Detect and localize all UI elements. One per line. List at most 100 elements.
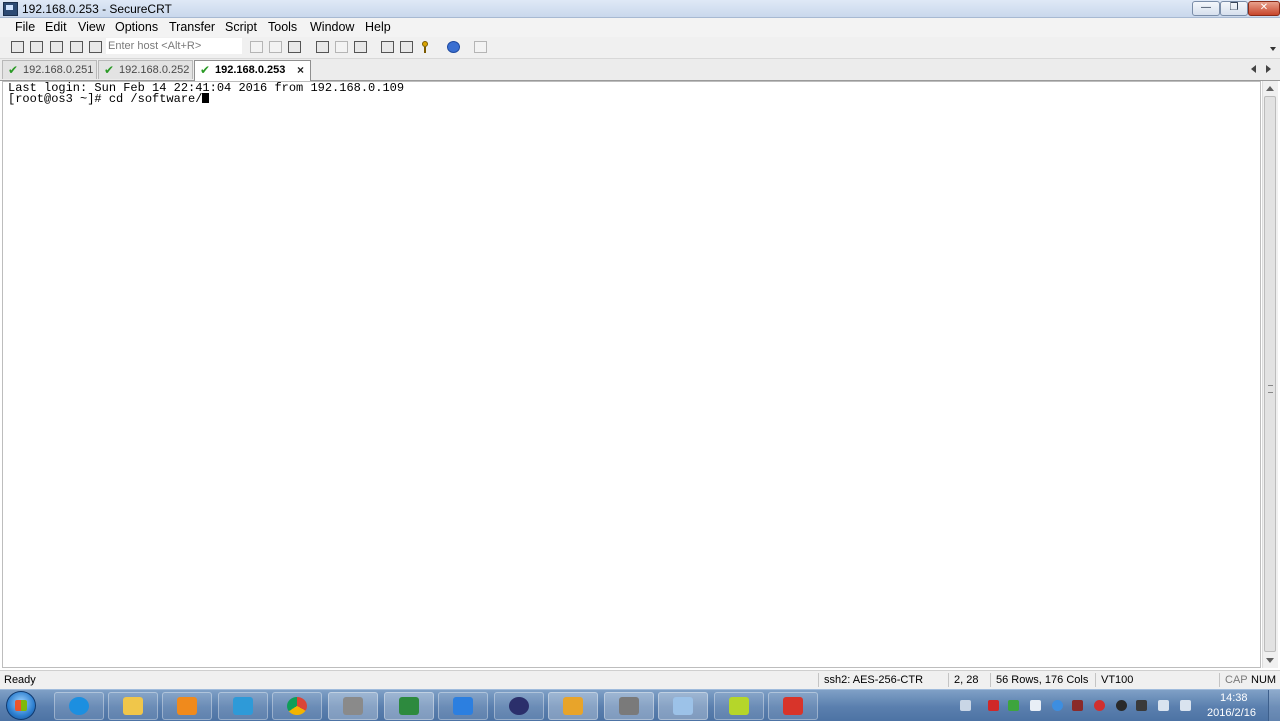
menu-script[interactable]: Script bbox=[224, 20, 258, 34]
app-tray-icon[interactable] bbox=[1072, 700, 1083, 711]
tab-192-168-0-251[interactable]: ✔ 192.168.0.251 bbox=[2, 60, 97, 79]
bluetooth-icon[interactable] bbox=[1136, 700, 1147, 711]
status-ready: Ready bbox=[4, 674, 36, 686]
status-bar: Ready ssh2: AES-256-CTR 2, 28 56 Rows, 1… bbox=[0, 670, 1280, 690]
toolbar-overflow-icon[interactable] bbox=[1270, 47, 1276, 51]
feather-tray-icon[interactable] bbox=[1052, 700, 1063, 711]
tab-close-icon[interactable]: × bbox=[297, 61, 304, 79]
antivirus-icon[interactable] bbox=[988, 700, 999, 711]
show-desktop-button[interactable] bbox=[1268, 690, 1280, 721]
menu-edit[interactable]: Edit bbox=[44, 20, 68, 34]
tab-192-168-0-252[interactable]: ✔ 192.168.0.252 bbox=[98, 60, 193, 79]
connected-check-icon: ✔ bbox=[8, 63, 19, 77]
chrome-icon bbox=[287, 697, 307, 715]
tab-192-168-0-253[interactable]: ✔ 192.168.0.253 × bbox=[194, 60, 311, 81]
clock-time[interactable]: 14:38 bbox=[1220, 692, 1248, 704]
terminal-view[interactable]: Last login: Sun Feb 14 22:41:04 2016 fro… bbox=[2, 81, 1261, 668]
quick-connect-icon[interactable] bbox=[30, 41, 43, 53]
taskbar-baidu-cloud[interactable] bbox=[218, 692, 268, 720]
lock-folder-icon bbox=[399, 697, 419, 715]
connect-in-tab-icon[interactable] bbox=[50, 41, 63, 53]
disconnect-icon[interactable] bbox=[89, 41, 102, 53]
tab-scroll-left-icon[interactable] bbox=[1251, 65, 1256, 73]
close-button[interactable]: ✕ bbox=[1248, 1, 1280, 16]
help-icon[interactable] bbox=[447, 41, 460, 53]
security-shield-icon[interactable] bbox=[1008, 700, 1019, 711]
menu-help[interactable]: Help bbox=[364, 20, 392, 34]
taskbar-vmware[interactable] bbox=[548, 692, 598, 720]
music-tray-icon[interactable] bbox=[1094, 700, 1105, 711]
global-options-icon[interactable] bbox=[400, 41, 413, 53]
screenshot-icon bbox=[673, 697, 693, 715]
scrollbar-thumb[interactable] bbox=[1264, 96, 1276, 652]
paste-icon[interactable] bbox=[269, 41, 282, 53]
keyboard-icon[interactable] bbox=[960, 700, 971, 711]
taskbar-chrome[interactable] bbox=[272, 692, 322, 720]
connected-check-icon: ✔ bbox=[104, 63, 115, 77]
menu-file[interactable]: File bbox=[14, 20, 36, 34]
windows-update-icon[interactable] bbox=[1030, 700, 1041, 711]
print-icon[interactable] bbox=[316, 41, 329, 53]
copy-icon[interactable] bbox=[250, 41, 263, 53]
taskbar-securecrt-1[interactable] bbox=[328, 692, 378, 720]
terminal-app-icon bbox=[343, 697, 363, 715]
taskbar-media-player[interactable] bbox=[162, 692, 212, 720]
menu-bar: File Edit View Options Transfer Script T… bbox=[0, 18, 1280, 37]
grip-icon bbox=[1268, 385, 1273, 393]
print-selection-icon[interactable] bbox=[335, 41, 348, 53]
find-icon[interactable] bbox=[288, 41, 301, 53]
menu-window[interactable]: Window bbox=[309, 20, 355, 34]
host-input[interactable] bbox=[106, 38, 242, 54]
status-caps-lock: CAP bbox=[1225, 674, 1248, 686]
internet-explorer-icon bbox=[69, 697, 89, 715]
volume-icon[interactable] bbox=[1180, 700, 1191, 711]
reconnect-icon[interactable] bbox=[70, 41, 83, 53]
scroll-down-icon[interactable] bbox=[1266, 658, 1274, 663]
taskbar-feather-app[interactable] bbox=[438, 692, 488, 720]
session-options-icon[interactable] bbox=[381, 41, 394, 53]
minimize-button[interactable]: — bbox=[1192, 1, 1220, 16]
status-terminal-size: 56 Rows, 176 Cols bbox=[996, 674, 1089, 686]
taskbar-securecrt-2[interactable] bbox=[604, 692, 654, 720]
scroll-up-icon[interactable] bbox=[1266, 86, 1274, 91]
folder-icon bbox=[123, 697, 143, 715]
clock-date[interactable]: 2016/2/16 bbox=[1207, 707, 1256, 719]
terminal-scrollbar[interactable] bbox=[1262, 81, 1278, 668]
qq-icon[interactable] bbox=[1116, 700, 1127, 711]
terminal-line: [root@os3 ~]# cd /software/ bbox=[8, 92, 210, 106]
terminal-app-icon bbox=[619, 697, 639, 715]
title-bar: 192.168.0.253 - SecureCRT — ❐ ✕ bbox=[0, 0, 1280, 18]
cloud-sync-icon bbox=[233, 697, 253, 715]
menu-options[interactable]: Options bbox=[114, 20, 159, 34]
menu-tools[interactable]: Tools bbox=[267, 20, 298, 34]
taskbar-red-app[interactable] bbox=[768, 692, 818, 720]
taskbar-internet-explorer[interactable] bbox=[54, 692, 104, 720]
system-tray bbox=[952, 690, 1208, 721]
network-icon[interactable] bbox=[1158, 700, 1169, 711]
print-setup-icon[interactable] bbox=[354, 41, 367, 53]
taskbar-m-app[interactable] bbox=[714, 692, 764, 720]
tab-label: 192.168.0.251 bbox=[23, 64, 94, 76]
tab-label: 192.168.0.252 bbox=[119, 64, 190, 76]
status-emulation: VT100 bbox=[1101, 674, 1134, 686]
status-cursor-position: 2, 28 bbox=[954, 674, 979, 686]
securecrt-app-icon[interactable] bbox=[3, 2, 18, 16]
media-player-icon bbox=[177, 697, 197, 715]
menu-view[interactable]: View bbox=[77, 20, 106, 34]
menu-transfer[interactable]: Transfer bbox=[168, 20, 216, 34]
start-button[interactable] bbox=[6, 691, 36, 720]
maximize-button[interactable]: ❐ bbox=[1220, 1, 1248, 16]
key-icon[interactable] bbox=[422, 41, 428, 53]
window-title: 192.168.0.253 - SecureCRT bbox=[22, 2, 172, 16]
connect-icon[interactable] bbox=[11, 41, 24, 53]
taskbar-screenshot-tool[interactable] bbox=[658, 692, 708, 720]
status-cipher: ssh2: AES-256-CTR bbox=[824, 674, 924, 686]
terminal-prompt-line: [root@os3 ~]# cd /software/ bbox=[8, 92, 203, 106]
tab-scroll-right-icon[interactable] bbox=[1266, 65, 1271, 73]
taskbar-securefx[interactable] bbox=[384, 692, 434, 720]
red-app-icon bbox=[783, 697, 803, 715]
eclipse-icon bbox=[509, 697, 529, 715]
taskbar-eclipse[interactable] bbox=[494, 692, 544, 720]
taskbar-file-explorer[interactable] bbox=[108, 692, 158, 720]
sftp-icon[interactable] bbox=[474, 41, 487, 53]
